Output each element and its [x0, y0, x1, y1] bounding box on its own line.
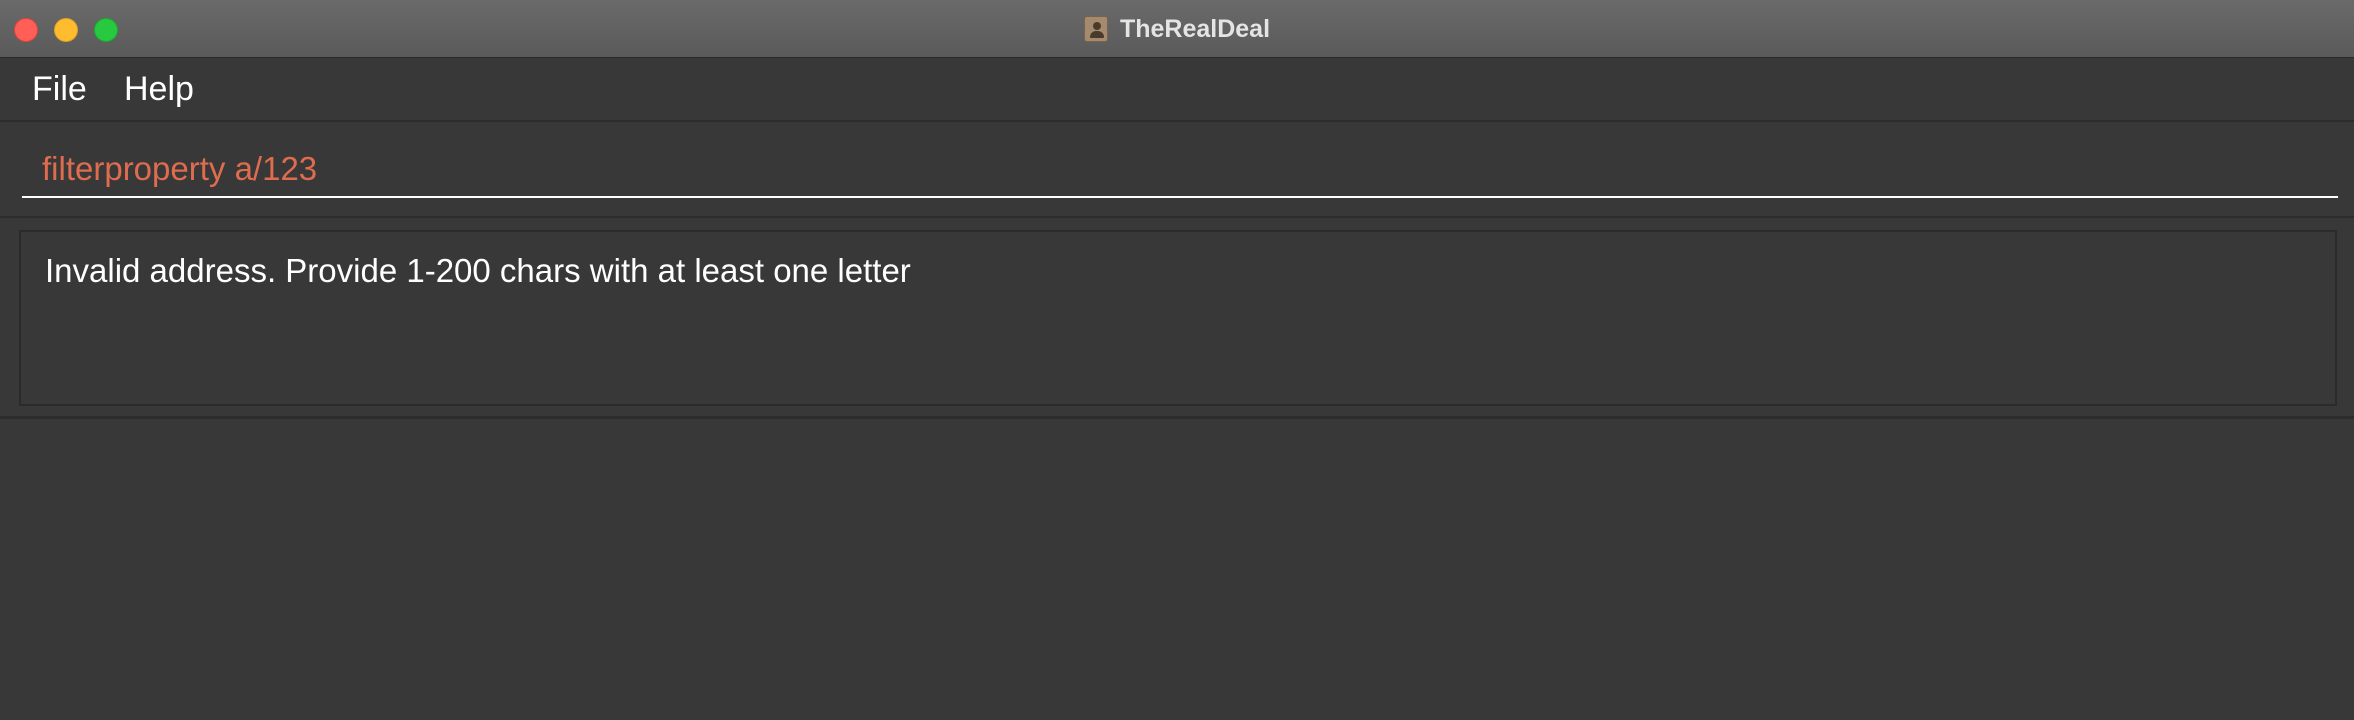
app-window: TheRealDeal File Help Invalid address. P… [0, 0, 2354, 720]
window-title: TheRealDeal [1119, 14, 1271, 43]
command-input[interactable] [22, 142, 2338, 198]
result-message: Invalid address. Provide 1-200 chars wit… [45, 252, 911, 289]
menu-bar: File Help [0, 58, 2354, 122]
list-panel [0, 419, 2354, 720]
title-bar[interactable]: TheRealDeal [0, 0, 2354, 58]
command-box-container [0, 124, 2354, 218]
window-title-group: TheRealDeal [0, 0, 2354, 58]
result-display: Invalid address. Provide 1-200 chars wit… [19, 230, 2337, 406]
contact-book-icon [1083, 16, 1108, 42]
menu-help[interactable]: Help [124, 68, 194, 110]
menu-file[interactable]: File [32, 68, 87, 110]
